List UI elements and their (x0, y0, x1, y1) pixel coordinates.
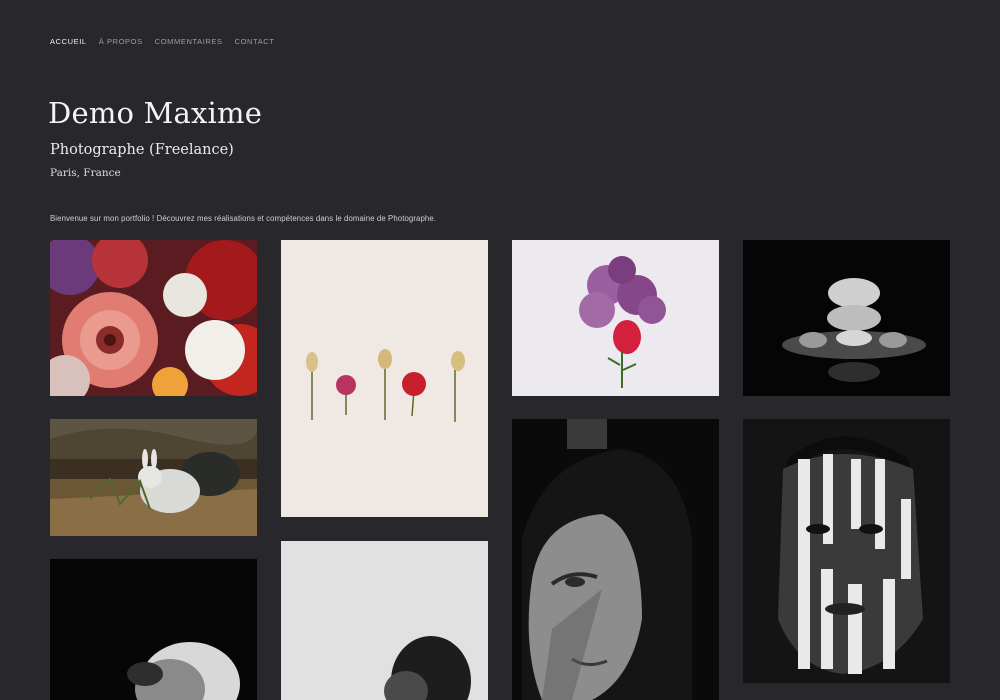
nav-contact[interactable]: CONTACT (235, 37, 275, 46)
nav-a-propos[interactable]: À PROPOS (99, 37, 143, 46)
photo-bw-portrait-2[interactable] (281, 541, 488, 700)
location: Paris, France (50, 167, 121, 179)
photo-stacked-stones-image (743, 240, 950, 396)
portfolio-page: ACCUEIL À PROPOS COMMENTAIRES CONTACT De… (0, 0, 1000, 700)
photo-bw-portrait-3-image (512, 419, 719, 700)
photo-lilac[interactable] (512, 240, 719, 396)
intro-text: Bienvenue sur mon portfolio ! Découvrez … (50, 214, 437, 223)
photo-stacked-stones[interactable] (743, 240, 950, 396)
photo-flower-bouquet-image (50, 240, 257, 396)
site-title: Demo Maxime (48, 96, 263, 130)
photo-flower-bouquet[interactable] (50, 240, 257, 396)
main-nav: ACCUEIL À PROPOS COMMENTAIRES CONTACT (50, 37, 275, 46)
photo-rabbit[interactable] (50, 419, 257, 536)
photo-five-flowers[interactable] (281, 240, 488, 517)
photo-painted-face-image (743, 419, 950, 683)
nav-accueil[interactable]: ACCUEIL (50, 37, 87, 46)
nav-commentaires[interactable]: COMMENTAIRES (155, 37, 223, 46)
photo-rabbit-image (50, 419, 257, 536)
photo-painted-face[interactable] (743, 419, 950, 683)
photo-bw-portrait-1[interactable] (50, 559, 257, 700)
photo-five-flowers-image (281, 240, 488, 517)
photo-bw-portrait-1-image (50, 559, 257, 700)
photo-lilac-image (512, 240, 719, 396)
photo-bw-portrait-2-image (281, 541, 488, 700)
photo-bw-portrait-3[interactable] (512, 419, 719, 700)
job-title: Photographe (Freelance) (50, 142, 234, 158)
